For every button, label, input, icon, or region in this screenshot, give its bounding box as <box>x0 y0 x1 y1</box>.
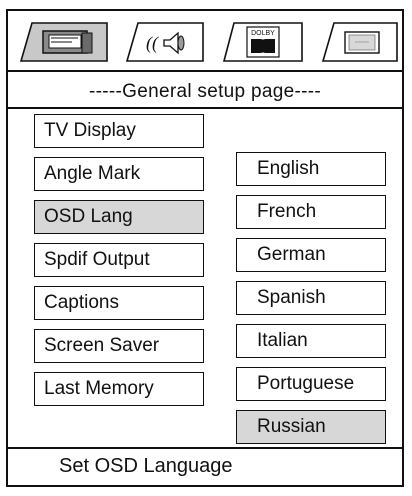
status-text: Set OSD Language <box>59 455 233 477</box>
menu-item-screen-saver[interactable]: Screen Saver <box>34 329 204 363</box>
option-german[interactable]: German <box>236 238 386 272</box>
status-divider <box>8 447 402 449</box>
menu-item-spdif-output[interactable]: Spdif Output <box>34 243 204 277</box>
option-italian[interactable]: Italian <box>236 324 386 358</box>
option-english[interactable]: English <box>236 152 386 186</box>
option-spanish[interactable]: Spanish <box>236 281 386 315</box>
menu-item-last-memory[interactable]: Last Memory <box>34 372 204 406</box>
dolby-label: DOLBY <box>251 30 275 37</box>
menu-item-angle-mark[interactable]: Angle Mark <box>34 157 204 191</box>
video-setup-tab[interactable] <box>322 22 398 62</box>
option-russian[interactable]: Russian <box>236 410 386 444</box>
dolby-icon <box>251 39 275 53</box>
title-divider <box>8 107 402 109</box>
svg-text:((: (( <box>146 33 159 54</box>
menu-item-osd-lang[interactable]: OSD Lang <box>34 200 204 234</box>
menu-item-tv-display[interactable]: TV Display <box>34 114 204 148</box>
audio-setup-tab[interactable]: (( <box>126 22 204 62</box>
option-portuguese[interactable]: Portuguese <box>236 367 386 401</box>
setup-menu-frame: (( DOLBY -----General setup page---- TV … <box>6 9 404 487</box>
menu-item-captions[interactable]: Captions <box>34 286 204 320</box>
audio-speaker-icon: (( <box>126 22 204 62</box>
general-setup-icon <box>20 22 108 62</box>
video-screen-icon <box>322 22 398 62</box>
page-title: -----General setup page---- <box>89 81 321 102</box>
option-french[interactable]: French <box>236 195 386 229</box>
dolby-setup-tab[interactable]: DOLBY <box>223 22 303 62</box>
general-setup-tab[interactable] <box>20 22 108 62</box>
tab-divider <box>8 70 402 72</box>
